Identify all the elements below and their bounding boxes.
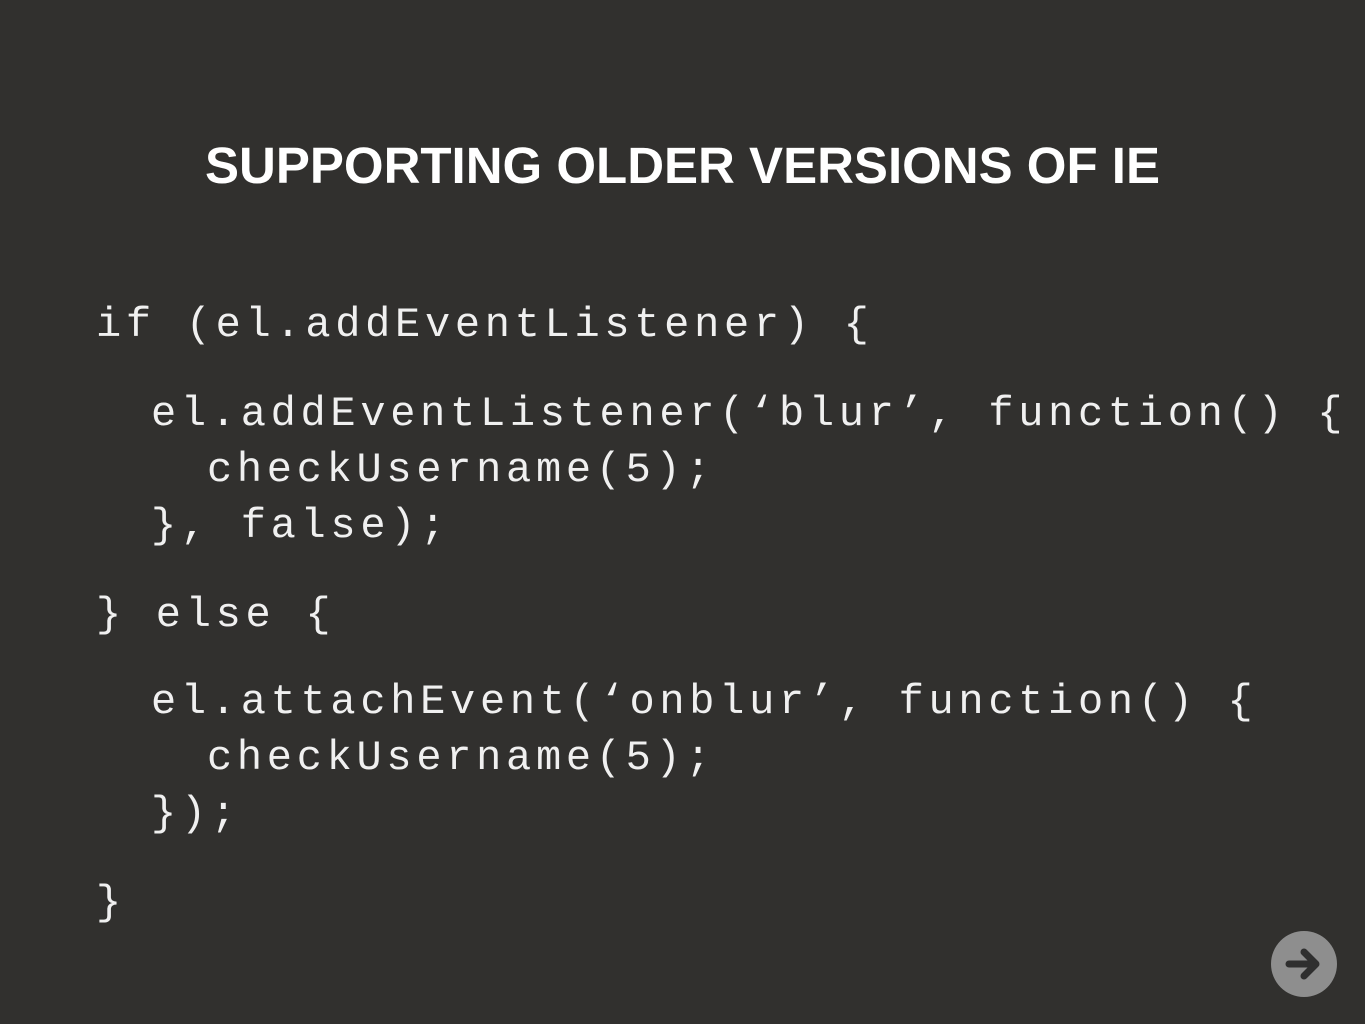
slide-title: SUPPORTING OLDER VERSIONS OF IE	[205, 137, 1160, 194]
code-line: el.addEventListener(‘blur’, function() {	[151, 390, 1348, 438]
code-line: });	[151, 790, 241, 838]
code-line: } else {	[96, 591, 336, 639]
arrow-right-icon	[1285, 948, 1320, 980]
code-line: }	[96, 879, 126, 927]
code-line: }, false);	[151, 502, 451, 550]
slide: SUPPORTING OLDER VERSIONS OF IE if (el.a…	[0, 0, 1365, 1024]
code-line: el.attachEvent(‘onblur’, function() {	[151, 678, 1258, 726]
code-line: checkUsername(5);	[207, 446, 716, 494]
code-line: checkUsername(5);	[207, 734, 716, 782]
next-slide-button[interactable]	[1271, 931, 1337, 997]
code-line: if (el.addEventListener) {	[96, 301, 874, 349]
